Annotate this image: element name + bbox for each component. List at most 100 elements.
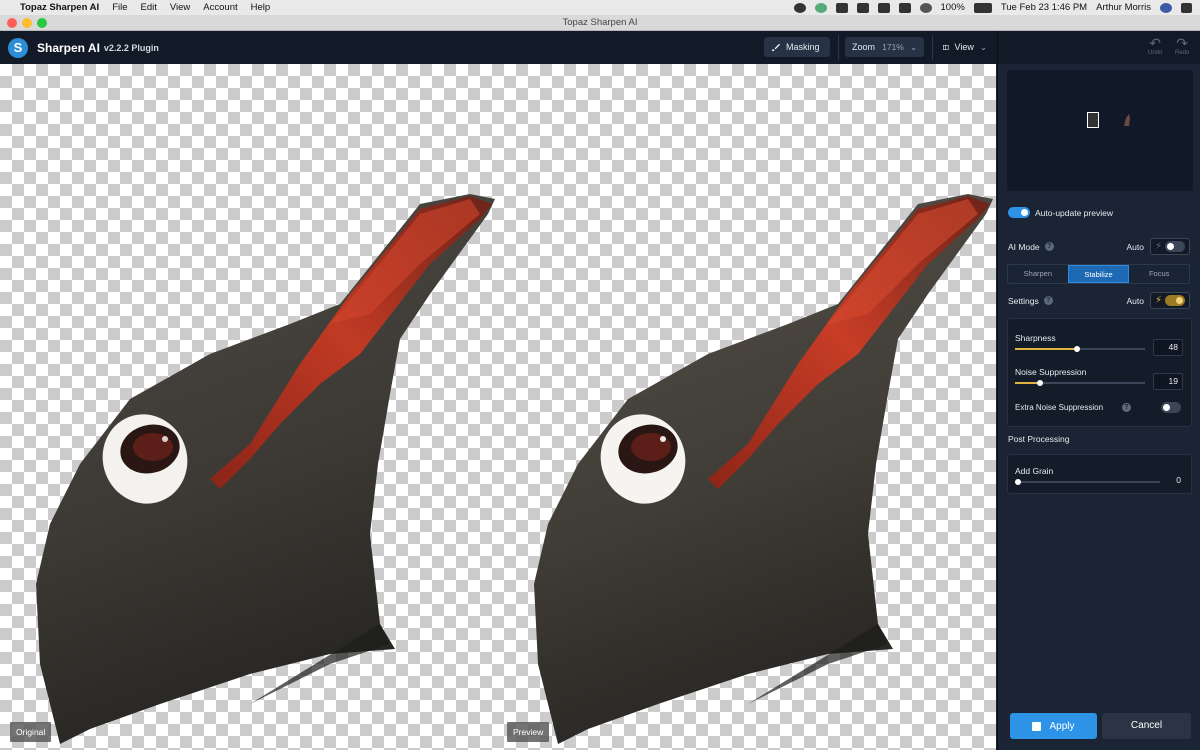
redo-label: Redo xyxy=(1175,50,1190,56)
menu-datetime[interactable]: Tue Feb 23 1:46 PM xyxy=(1001,2,1087,13)
zoom-value: 171% xyxy=(882,42,904,52)
auto-update-toggle[interactable] xyxy=(1008,207,1030,218)
redo-icon: ↷ xyxy=(1176,35,1189,51)
screen-icon[interactable] xyxy=(877,2,890,13)
settings-auto-label: Auto xyxy=(1126,295,1145,306)
help-icon[interactable]: ? xyxy=(1122,403,1131,412)
undo-label: Undo xyxy=(1148,50,1163,56)
app-version: v2.2.2 Plugin xyxy=(103,42,159,53)
post-processing-card: Add Grain 0 xyxy=(1007,454,1192,494)
ai-mode-row: AI Mode ? Auto ⚡ xyxy=(1008,238,1190,255)
help-icon[interactable]: ? xyxy=(1043,296,1053,305)
menu-edit[interactable]: Edit xyxy=(141,2,157,13)
post-processing-row: Post Processing xyxy=(1008,434,1190,444)
navigator-thumbnail xyxy=(1124,114,1130,126)
image-canvas[interactable]: Original Preview xyxy=(0,64,996,750)
sharpness-value[interactable]: 48 xyxy=(1153,339,1183,356)
mode-sharpen[interactable]: Sharpen xyxy=(1008,265,1068,283)
siri-icon[interactable] xyxy=(1160,2,1172,13)
chevron-down-icon: ⌄ xyxy=(979,41,987,52)
view-label: View xyxy=(954,42,974,52)
status-icon-3[interactable] xyxy=(835,2,848,13)
apply-icon xyxy=(1032,721,1042,731)
add-grain-value[interactable]: 0 xyxy=(1176,475,1181,485)
status-icon-1[interactable] xyxy=(793,2,806,13)
bluetooth-icon[interactable] xyxy=(898,2,911,13)
zoom-window-button[interactable] xyxy=(37,18,47,28)
preview-image xyxy=(534,194,993,744)
add-grain-label: Add Grain xyxy=(1015,466,1054,476)
navigator-preview[interactable] xyxy=(1007,70,1193,191)
bolt-icon: ⚡ xyxy=(1155,240,1163,252)
masking-button[interactable]: Masking xyxy=(764,37,830,57)
extra-noise-toggle[interactable] xyxy=(1161,402,1181,413)
zoom-label: Zoom xyxy=(852,42,876,52)
battery-percent: 100% xyxy=(940,2,965,13)
close-window-button[interactable] xyxy=(7,18,17,28)
noise-suppression-label: Noise Suppression xyxy=(1015,367,1087,377)
menu-view[interactable]: View xyxy=(170,2,190,13)
brush-icon xyxy=(771,43,780,51)
apply-button[interactable]: Apply xyxy=(1010,713,1097,739)
status-icon-2[interactable] xyxy=(814,2,827,13)
header-divider xyxy=(838,35,839,60)
header-divider xyxy=(932,35,933,60)
topaz-logo-icon: S xyxy=(8,37,28,58)
add-grain-slider-handle[interactable] xyxy=(1015,479,1021,485)
window-title-bar: Topaz Sharpen AI xyxy=(0,15,1200,31)
view-dropdown[interactable]: View ⌄ xyxy=(936,37,994,57)
menu-file[interactable]: File xyxy=(112,2,127,13)
mac-menu-bar: Topaz Sharpen AI File Edit View Account … xyxy=(0,0,1200,15)
ai-mode-auto-label: Auto xyxy=(1126,241,1145,252)
sharpness-label: Sharpness xyxy=(1015,333,1056,343)
auto-update-row: Auto-update preview xyxy=(1008,207,1190,218)
mode-focus[interactable]: Focus xyxy=(1129,265,1189,283)
ai-mode-label: AI Mode xyxy=(1008,241,1040,252)
battery-icon[interactable] xyxy=(973,2,992,13)
apply-label: Apply xyxy=(1049,720,1075,732)
minimize-window-button[interactable] xyxy=(22,18,32,28)
original-image xyxy=(36,194,495,744)
undo-icon: ↶ xyxy=(1149,35,1162,51)
settings-label: Settings xyxy=(1008,295,1039,306)
auto-update-label: Auto-update preview xyxy=(1035,207,1113,218)
ai-mode-auto-toggle[interactable]: ⚡ xyxy=(1150,238,1190,255)
help-icon[interactable]: ? xyxy=(1044,242,1054,251)
menu-account[interactable]: Account xyxy=(203,2,237,13)
app-header: S Sharpen AI v2.2.2 Plugin Masking Zoom … xyxy=(0,31,997,64)
extra-noise-label: Extra Noise Suppression xyxy=(1015,403,1104,412)
noise-suppression-slider-handle[interactable] xyxy=(1036,380,1043,386)
noise-suppression-slider[interactable] xyxy=(1015,380,1145,386)
original-label: Original xyxy=(10,722,52,742)
settings-auto-toggle[interactable]: ⚡ xyxy=(1150,292,1190,309)
settings-row: Settings ? Auto ⚡ xyxy=(1008,292,1190,309)
sharpness-slider-handle[interactable] xyxy=(1074,346,1081,352)
bolt-icon: ⚡ xyxy=(1155,294,1163,306)
settings-panel: Auto-update preview AI Mode ? Auto ⚡ Sha… xyxy=(997,64,1200,750)
preview-label: Preview xyxy=(507,722,550,742)
mode-stabilize[interactable]: Stabilize xyxy=(1067,265,1130,283)
masking-label: Masking xyxy=(786,42,820,52)
split-view-icon xyxy=(943,44,949,50)
app-title: Sharpen AI xyxy=(37,40,100,55)
chevron-down-icon: ⌄ xyxy=(909,41,917,52)
wifi-icon[interactable] xyxy=(919,2,932,13)
window-title: Topaz Sharpen AI xyxy=(562,17,638,28)
control-center-icon[interactable] xyxy=(1181,2,1192,13)
navigator-viewport[interactable] xyxy=(1087,112,1099,128)
settings-card: Sharpness 48 Noise Suppression 19 Extra … xyxy=(1007,318,1192,427)
menu-user[interactable]: Arthur Morris xyxy=(1096,2,1151,13)
ai-mode-selector: Sharpen Stabilize Focus xyxy=(1007,264,1190,284)
redo-button[interactable]: ↷ Redo xyxy=(1175,36,1189,56)
zoom-dropdown[interactable]: Zoom 171% ⌄ xyxy=(845,37,924,57)
menu-help[interactable]: Help xyxy=(251,2,271,13)
cancel-button[interactable]: Cancel xyxy=(1102,713,1191,739)
post-processing-label: Post Processing xyxy=(1008,434,1070,444)
sharpness-slider[interactable] xyxy=(1015,346,1145,352)
noise-suppression-value[interactable]: 19 xyxy=(1153,373,1183,390)
malwarebytes-icon[interactable] xyxy=(856,2,869,13)
menu-app-name[interactable]: Topaz Sharpen AI xyxy=(20,2,99,13)
undo-button[interactable]: ↶ Undo xyxy=(1148,36,1162,56)
add-grain-slider[interactable] xyxy=(1015,479,1160,485)
history-controls: ↶ Undo ↷ Redo xyxy=(997,31,1200,64)
